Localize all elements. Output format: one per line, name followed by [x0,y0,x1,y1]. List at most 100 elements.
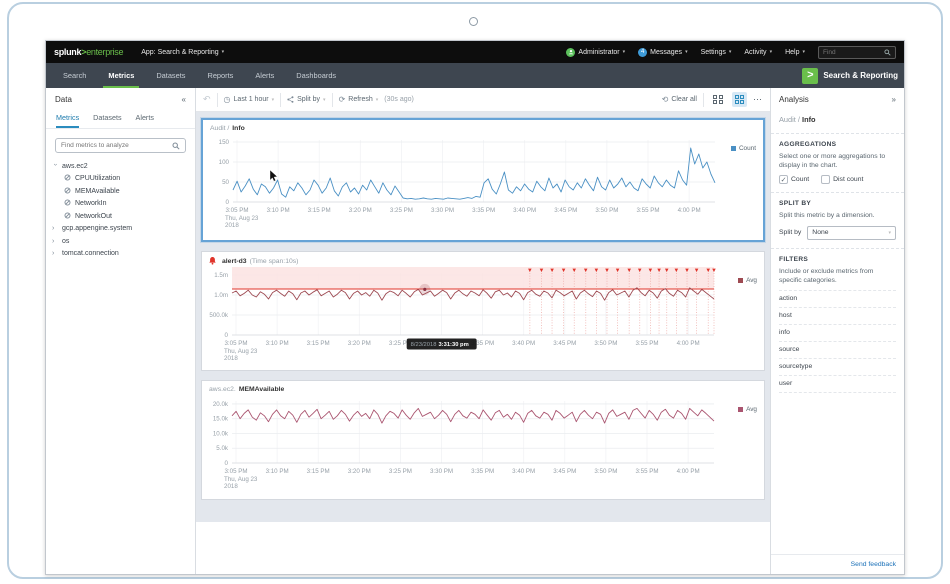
chart-line-mem-available [232,408,714,423]
find-input[interactable] [823,49,881,56]
time-range-picker[interactable]: ◷Last 1 hour▾ [224,95,275,104]
layout-stacked-icon[interactable] [732,92,748,108]
svg-text:Thu, Aug 23: Thu, Aug 23 [224,348,258,355]
app-navbar: SearchMetricsDatasetsReportsAlertsDashbo… [46,63,904,88]
metric-chart-card-alert-d3[interactable]: alert-d3(Time span:10s)Avg0500.0k1.0m1.5… [201,251,765,371]
nav-tab-search[interactable]: Search [52,63,97,88]
svg-text:3:30 PM: 3:30 PM [431,207,454,214]
splitby-heading: SPLIT BY [779,200,896,207]
aggregation-checkbox-count[interactable]: ✓Count [779,175,809,184]
metrics-search-input[interactable] [61,142,169,149]
split-by-button[interactable]: Split by▾ [287,96,325,103]
checkbox-checked-icon[interactable]: ✓ [779,175,788,184]
svg-text:2018: 2018 [224,355,238,362]
sidebar-tab-datasets[interactable]: Datasets [93,113,121,128]
metric-item-cpuutilization[interactable]: CPUUtilization [52,173,189,186]
sidebar-title: Data [55,95,72,104]
chart-legend-mem-available: Avg [738,406,757,413]
svg-text:0: 0 [225,332,229,339]
layout-grid-icon[interactable] [710,92,726,108]
nav-tab-reports[interactable]: Reports [196,63,244,88]
collapse-left-icon[interactable]: « [182,95,186,104]
svg-text:3:05 PM: 3:05 PM [224,340,247,347]
svg-text:3:45 PM: 3:45 PM [554,207,577,214]
activity-menu[interactable]: Activity▾ [744,49,772,56]
metric-item-memavailable[interactable]: MEMAvailable [52,185,189,198]
metric-item-networkin[interactable]: NetworkIn [52,198,189,211]
svg-text:500.0k: 500.0k [209,312,228,319]
checkbox-unchecked-icon[interactable] [821,175,830,184]
settings-menu[interactable]: Settings▾ [701,49,732,56]
svg-text:50: 50 [222,179,229,186]
sidebar-tab-metrics[interactable]: Metrics [56,113,79,128]
metric-group-os[interactable]: ›os [52,235,189,248]
alert-marker-icon: ▼ [626,268,632,274]
nav-tab-datasets[interactable]: Datasets [145,63,196,88]
alert-marker-icon: ▼ [615,268,621,274]
alert-marker-icon: ▼ [637,268,643,274]
messages-menu[interactable]: 4Messages▾ [638,48,687,57]
user-menu[interactable]: Administrator▾ [566,48,625,57]
metric-group-tomcat-connection[interactable]: ›tomcat.connection [52,248,189,261]
chevron-down-icon: ▾ [222,49,225,55]
chevron-collapsed-icon[interactable]: › [52,225,58,232]
alert-marker-icon: ▼ [647,268,653,274]
chevron-down-icon: ▾ [685,49,688,55]
alert-marker-icon: ▼ [571,268,577,274]
alert-marker-icon: ▼ [593,268,599,274]
chart-title-audit-info: Audit / Info [203,120,763,132]
find-search [818,46,896,59]
chart-plot-audit-info[interactable]: 0501001503:05 PM3:10 PM3:15 PM3:20 PM3:2… [203,132,755,232]
charts-main: ↶ ◷Last 1 hour▾ Split by▾ ⟳Refresh▾ (30s… [196,88,770,574]
sidebar-tab-alerts[interactable]: Alerts [136,113,154,128]
svg-text:Thu, Aug 23: Thu, Aug 23 [224,476,258,483]
collapse-right-icon[interactable]: » [892,95,896,104]
filter-item-source[interactable]: source [779,342,896,359]
app-menu[interactable]: App: Search & Reporting▾ [141,49,224,56]
splitby-label: Split by [779,229,801,236]
send-feedback-link[interactable]: Send feedback [851,561,896,568]
chart-plot-alert-d3[interactable]: 0500.0k1.0m1.5m▼▼▼▼▼▼▼▼▼▼▼▼▼▼▼▼▼▼▼3:05 P… [202,265,754,365]
tree-item-label: CPUUtilization [75,175,120,182]
nav-tab-alerts[interactable]: Alerts [244,63,285,88]
metric-group-gcp-appengine-system[interactable]: › gcp.appengine.system [52,223,189,236]
splitby-dropdown[interactable]: None▾ [807,226,896,240]
nav-tab-metrics[interactable]: Metrics [97,63,145,88]
clear-all-button[interactable]: ⟲Clear all [662,95,697,104]
splunk-logo[interactable]: splunk>enterprise [54,47,123,57]
metric-group-aws-ec2[interactable]: ›aws.ec2 [52,160,189,173]
aggregations-section: AGGREGATIONS Select one or more aggregat… [771,133,904,192]
chevron-collapsed-icon[interactable]: › [52,238,58,245]
splunk-app-icon: > [802,68,818,84]
svg-text:3:25 PM: 3:25 PM [390,207,413,214]
help-menu[interactable]: Help▾ [785,49,805,56]
user-avatar-icon [566,48,575,57]
filters-section: FILTERS Include or exclude metrics from … [771,248,904,401]
filter-item-user[interactable]: user [779,376,896,393]
app-badge[interactable]: >Search & Reporting [802,63,898,88]
more-button[interactable]: ⋯ [753,94,763,105]
nav-tab-dashboards[interactable]: Dashboards [285,63,347,88]
filter-item-action[interactable]: action [779,290,896,308]
tree-item-label: MEMAvailable [75,188,120,195]
chevron-collapsed-icon[interactable]: › [52,250,58,257]
aggregations-heading: AGGREGATIONS [779,141,896,148]
svg-text:3:10 PM: 3:10 PM [266,340,289,347]
chevron-expanded-icon[interactable]: › [52,163,59,169]
metric-chart-card-mem-available[interactable]: aws.ec2.MEMAvailableAvg05.0k10.0k15.0k20… [201,380,765,500]
svg-text:3:40 PM: 3:40 PM [513,207,536,214]
filter-item-host[interactable]: host [779,308,896,325]
tree-item-label: gcp.appengine.system [62,225,132,232]
undo-icon[interactable]: ↶ [203,94,211,105]
metric-chart-card-audit-info[interactable]: Audit / Info Count0501001503:05 PM3:10 PM… [201,118,765,242]
refresh-button[interactable]: ⟳Refresh▾ [339,95,379,104]
chart-plot-mem-available[interactable]: 05.0k10.0k15.0k20.0k3:05 PM3:10 PM3:15 P… [202,393,754,493]
metric-item-networkout[interactable]: NetworkOut [52,210,189,223]
chart-legend-audit-info: Count [731,145,756,152]
alert-marker-icon: ▼ [561,268,567,274]
data-sidebar: Data « Metrics Datasets Alerts ›aws.ec2 CPUU… [46,88,196,574]
filter-item-info[interactable]: info [779,325,896,342]
camera-dot [469,17,478,26]
filter-item-sourcetype[interactable]: sourcetype [779,359,896,376]
aggregation-checkbox-dist-count[interactable]: Dist count [821,175,863,184]
